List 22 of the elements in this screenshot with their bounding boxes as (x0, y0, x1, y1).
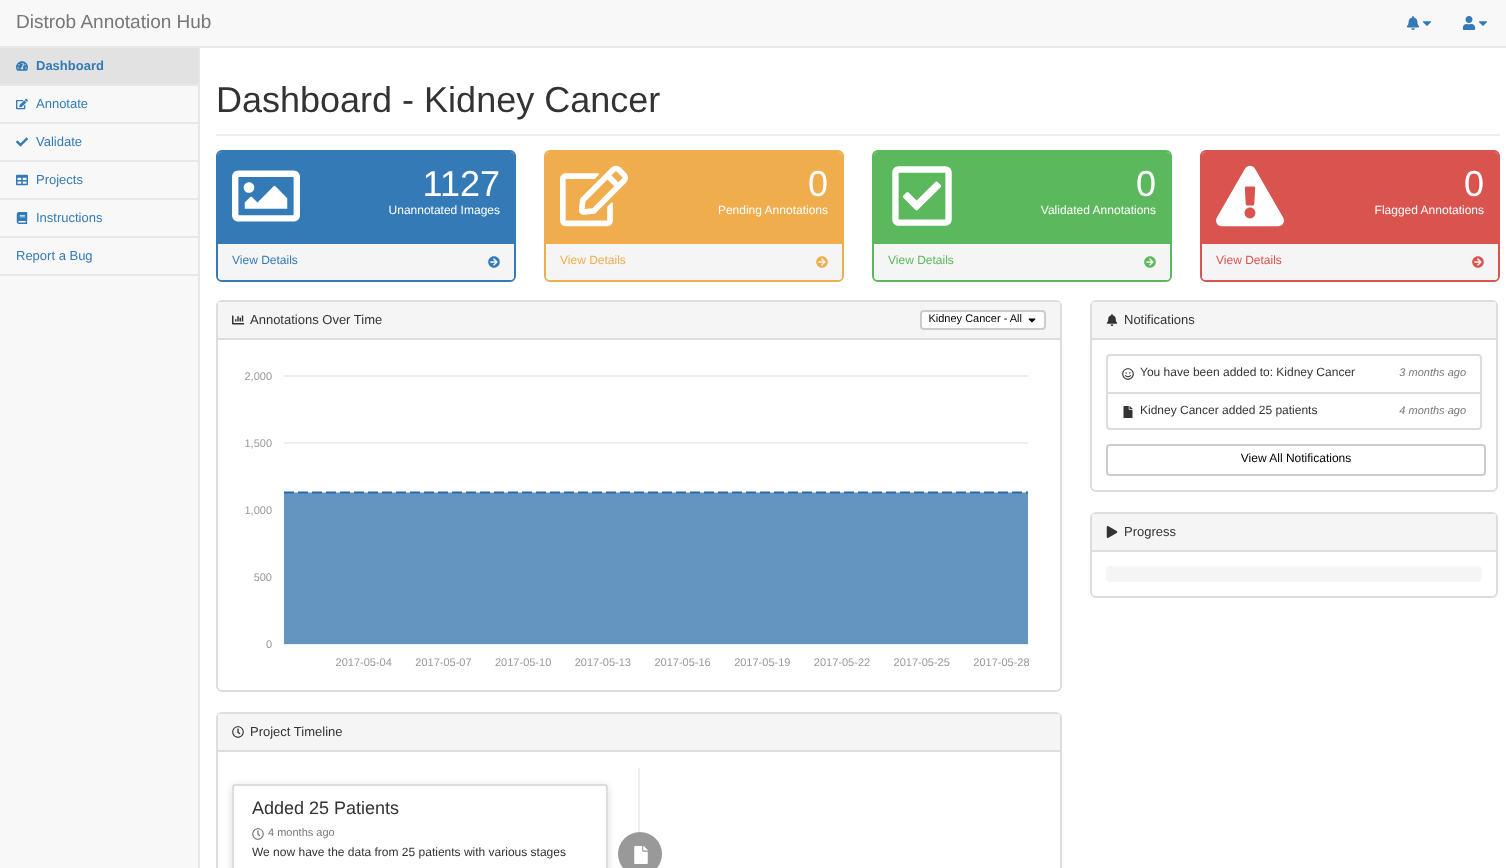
table-icon (16, 174, 28, 186)
stat-count: 1127 (422, 162, 500, 205)
stat-count: 0 (1463, 162, 1484, 205)
dashboard-icon (16, 60, 28, 72)
notifications-menu-icon[interactable] (1406, 16, 1434, 30)
clock-icon (232, 726, 244, 738)
caret-icon (1026, 314, 1038, 326)
play-icon (1106, 526, 1118, 538)
file-icon (1122, 405, 1134, 417)
bell-icon (1106, 314, 1118, 326)
page-title: Dashboard - Kidney Cancer (216, 80, 1500, 136)
book-icon (16, 212, 28, 224)
app-brand[interactable]: Distrob Annotation Hub (16, 12, 212, 34)
user-menu-icon[interactable] (1462, 16, 1490, 30)
edit-icon (16, 98, 28, 110)
stat-count: 0 (1135, 162, 1156, 205)
bar-chart-icon (232, 314, 244, 326)
clock-icon (252, 828, 264, 840)
smiley-icon (1122, 368, 1134, 380)
stat-count: 0 (807, 162, 828, 205)
checkmark-icon (16, 136, 28, 148)
timeline-title: Added 25 Patients (252, 798, 402, 818)
